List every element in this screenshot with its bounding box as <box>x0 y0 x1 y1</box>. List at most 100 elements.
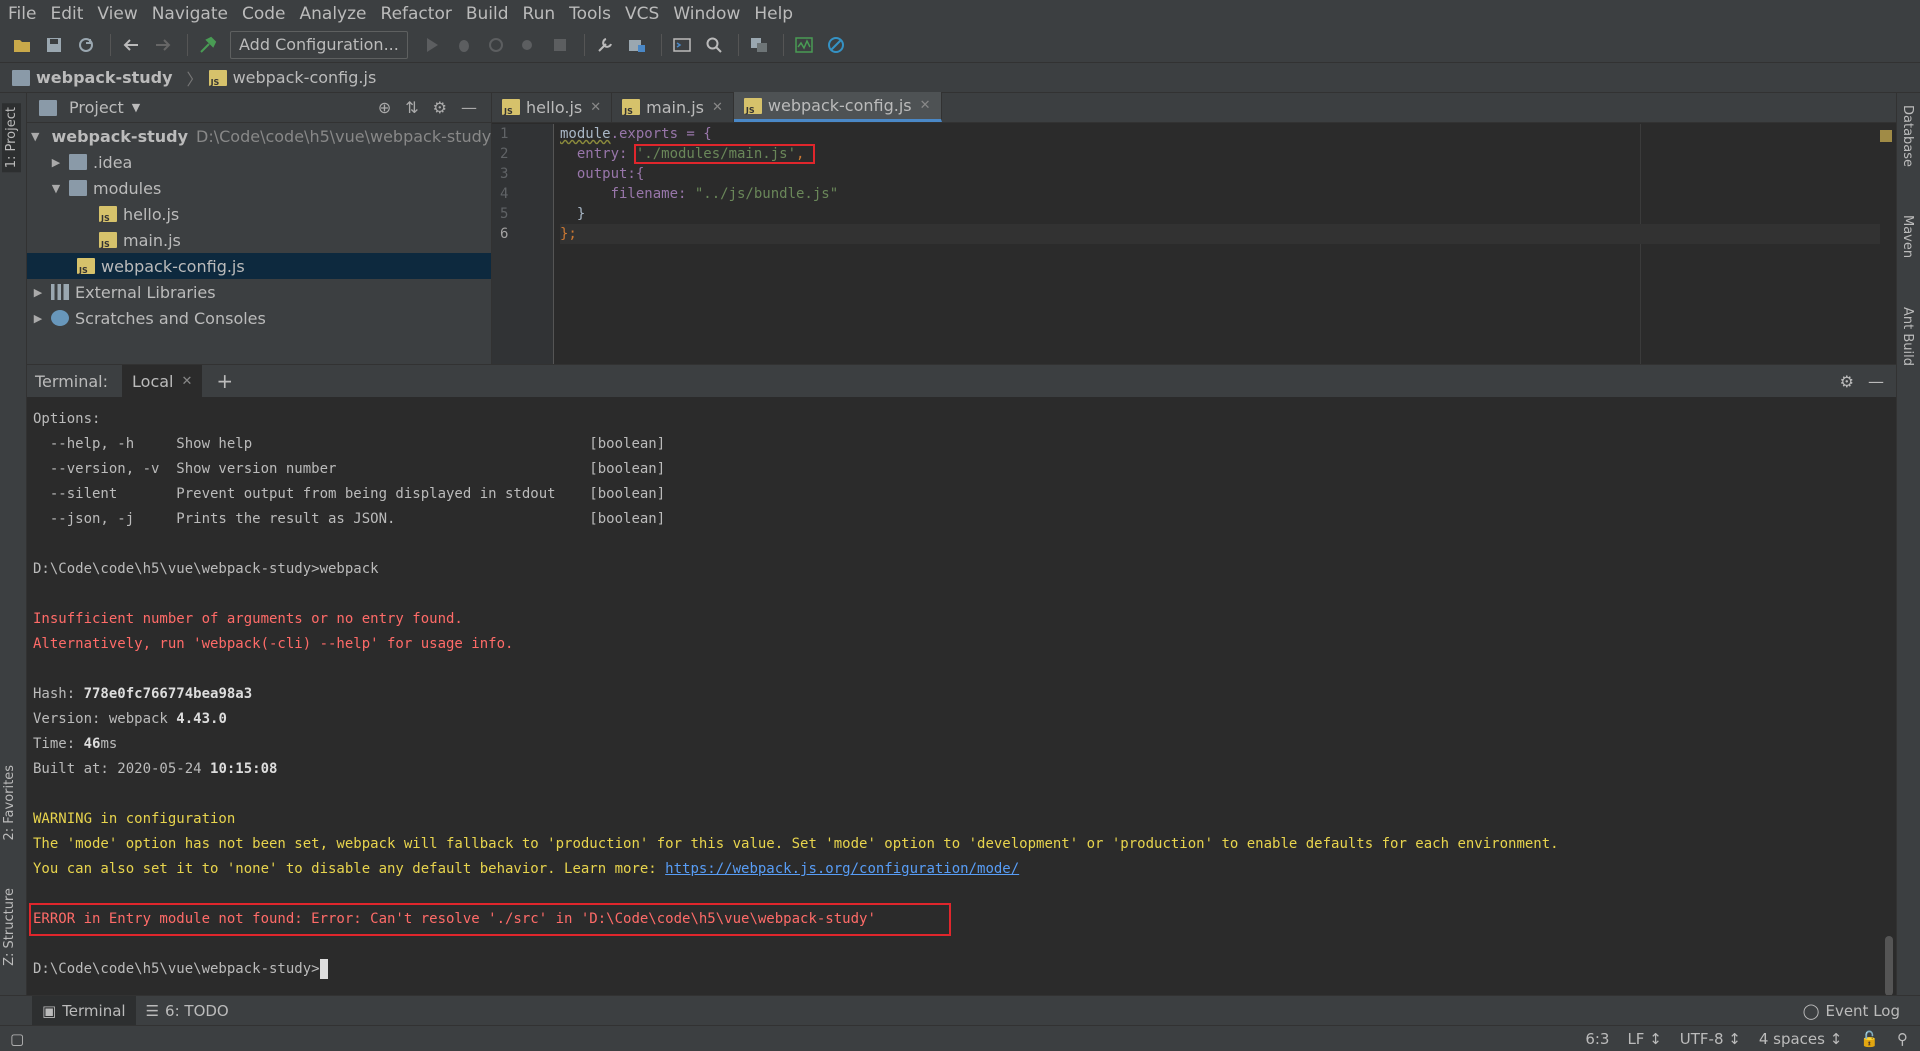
expanded-arrow-icon[interactable]: ▼ <box>31 130 39 143</box>
collapsed-arrow-icon[interactable]: ▶ <box>49 156 63 169</box>
chevron-down-icon[interactable]: ▼ <box>132 101 140 114</box>
encoding-selector[interactable]: UTF-8 ↕ <box>1680 1030 1741 1048</box>
text-cursor <box>319 959 328 979</box>
indent-selector[interactable]: 4 spaces ↕ <box>1759 1030 1842 1048</box>
tree-item-external-libraries[interactable]: ▶ External Libraries <box>27 279 491 305</box>
menu-window[interactable]: Window <box>671 4 748 24</box>
maven-tool-tab[interactable]: Maven <box>1900 215 1915 258</box>
database-tool-tab[interactable]: Database <box>1900 105 1915 167</box>
close-icon[interactable]: ✕ <box>920 98 931 113</box>
menu-help[interactable]: Help <box>752 4 801 24</box>
gear-icon[interactable]: ⚙ <box>1840 372 1854 391</box>
right-tool-stripe: Database Maven Ant Build <box>1896 93 1920 995</box>
favorites-tool-tab[interactable]: 2: Favorites <box>2 765 17 841</box>
open-folder-icon[interactable] <box>8 31 36 59</box>
event-log-tool-tab[interactable]: ◯ Event Log <box>1803 1002 1920 1020</box>
toggle-tool-windows-icon[interactable]: ▢ <box>10 1030 24 1048</box>
expanded-arrow-icon[interactable]: ▼ <box>49 182 63 195</box>
terminal-prompt-line[interactable]: D:\Code\code\h5\vue\webpack-study> <box>33 957 1559 982</box>
collapse-all-icon[interactable]: ⇅ <box>405 98 418 117</box>
structure-tool-tab[interactable]: Z: Structure <box>2 888 17 966</box>
terminal-tool-tab[interactable]: ▣ Terminal <box>32 995 136 1026</box>
search-icon[interactable] <box>700 31 728 59</box>
collapsed-arrow-icon[interactable]: ▶ <box>31 286 45 299</box>
tab-webpack-config-js[interactable]: webpack-config.js ✕ <box>733 92 942 122</box>
scrollbar-thumb[interactable] <box>1885 936 1893 996</box>
close-icon[interactable]: ✕ <box>181 374 192 389</box>
highlighted-error: ERROR in Entry module not found: Error: … <box>29 903 951 936</box>
debug-icon[interactable] <box>450 31 478 59</box>
caret-position[interactable]: 6:3 <box>1585 1030 1609 1048</box>
settings-wrench-icon[interactable] <box>591 31 619 59</box>
code-line: filename: "../js/bundle.js" <box>560 184 1880 204</box>
inspection-marker-icon[interactable] <box>1880 130 1892 142</box>
breadcrumb-project[interactable]: webpack-study <box>12 68 173 87</box>
locate-file-icon[interactable]: ⊕ <box>378 98 391 117</box>
menu-vcs[interactable]: VCS <box>623 4 667 24</box>
project-view-selector[interactable]: Project <box>69 98 124 117</box>
menu-edit[interactable]: Edit <box>48 4 91 24</box>
run-icon[interactable] <box>418 31 446 59</box>
vcs-icon[interactable] <box>745 31 773 59</box>
gear-icon[interactable]: ⚙ <box>433 98 447 117</box>
stop-icon[interactable] <box>546 31 574 59</box>
terminal-scrollbar[interactable] <box>1882 397 1896 996</box>
breadcrumb-file[interactable]: webpack-config.js <box>208 68 377 87</box>
coverage-icon[interactable] <box>482 31 510 59</box>
menu-code[interactable]: Code <box>240 4 294 24</box>
tree-item-scratches[interactable]: ▶ Scratches and Consoles <box>27 305 491 331</box>
inspector-icon[interactable]: ⚲ <box>1897 1030 1908 1048</box>
tree-item-idea[interactable]: ▶ .idea <box>27 149 491 175</box>
menu-file[interactable]: File <box>6 4 44 24</box>
editor-tabs: hello.js ✕ main.js ✕ webpack-config.js ✕ <box>492 92 1896 123</box>
menu-tools[interactable]: Tools <box>567 4 619 24</box>
menu-build[interactable]: Build <box>464 4 517 24</box>
line-number: 6 <box>500 226 509 242</box>
menu-view[interactable]: View <box>95 4 145 24</box>
tab-hello-js[interactable]: hello.js ✕ <box>492 92 613 122</box>
learn-more-link[interactable]: https://webpack.js.org/configuration/mod… <box>665 861 1019 877</box>
breadcrumb-file-label: webpack-config.js <box>232 68 377 87</box>
left-tool-stripe: 1: Project 2: Favorites Z: Structure <box>0 93 27 995</box>
terminal-window-icon[interactable] <box>668 31 696 59</box>
hide-panel-icon[interactable]: — <box>461 98 477 117</box>
back-arrow-icon[interactable] <box>117 31 145 59</box>
project-tool-tab[interactable]: 1: Project <box>2 103 21 173</box>
menu-refactor[interactable]: Refactor <box>379 4 460 24</box>
terminal-output[interactable]: Options: --help, -h Show help [boolean] … <box>29 407 1559 982</box>
menu-navigate[interactable]: Navigate <box>150 4 236 24</box>
terminal-tab-local[interactable]: Local ✕ <box>122 365 203 397</box>
breadcrumb-project-label: webpack-study <box>36 68 173 87</box>
project-structure-icon[interactable] <box>623 31 651 59</box>
editor-scrollbar[interactable] <box>1880 124 1896 364</box>
tree-item-webpack-config-js[interactable]: webpack-config.js <box>27 253 491 279</box>
forward-arrow-icon[interactable] <box>149 31 177 59</box>
line-separator-selector[interactable]: LF ↕ <box>1627 1030 1661 1048</box>
todo-tool-tab[interactable]: ☰ 6: TODO <box>136 996 239 1026</box>
tab-main-js[interactable]: main.js ✕ <box>612 92 734 122</box>
close-icon[interactable]: ✕ <box>590 100 601 115</box>
code-line: module.exports = { <box>560 124 1880 144</box>
tree-item-modules[interactable]: ▼ modules <box>27 175 491 201</box>
menu-analyze[interactable]: Analyze <box>298 4 375 24</box>
highlighted-entry-value: './modules/main.js', <box>633 144 815 164</box>
version-value: 4.43.0 <box>176 711 227 727</box>
tree-item-main-js[interactable]: main.js <box>27 227 491 253</box>
collapsed-arrow-icon[interactable]: ▶ <box>31 312 45 325</box>
save-all-icon[interactable] <box>40 31 68 59</box>
menu-run[interactable]: Run <box>521 4 564 24</box>
no-entry-icon[interactable] <box>822 31 850 59</box>
hide-panel-icon[interactable]: — <box>1868 372 1884 391</box>
close-icon[interactable]: ✕ <box>712 100 723 115</box>
new-terminal-icon[interactable]: + <box>216 369 233 393</box>
tree-item-root[interactable]: ▼ webpack-study D:\Code\code\h5\vue\webp… <box>27 123 491 149</box>
profile-icon[interactable] <box>514 31 542 59</box>
ant-build-tool-tab[interactable]: Ant Build <box>1900 307 1915 366</box>
add-configuration-button[interactable]: Add Configuration... <box>230 30 408 59</box>
code-editor[interactable]: 1 2 3 4 5 6 module.exports = { entry: '.… <box>492 124 1882 364</box>
lock-icon[interactable]: 🔓 <box>1860 1030 1879 1048</box>
build-hammer-icon[interactable] <box>194 31 222 59</box>
sync-icon[interactable] <box>72 31 100 59</box>
activity-monitor-icon[interactable] <box>790 31 818 59</box>
tree-item-hello-js[interactable]: hello.js <box>27 201 491 227</box>
